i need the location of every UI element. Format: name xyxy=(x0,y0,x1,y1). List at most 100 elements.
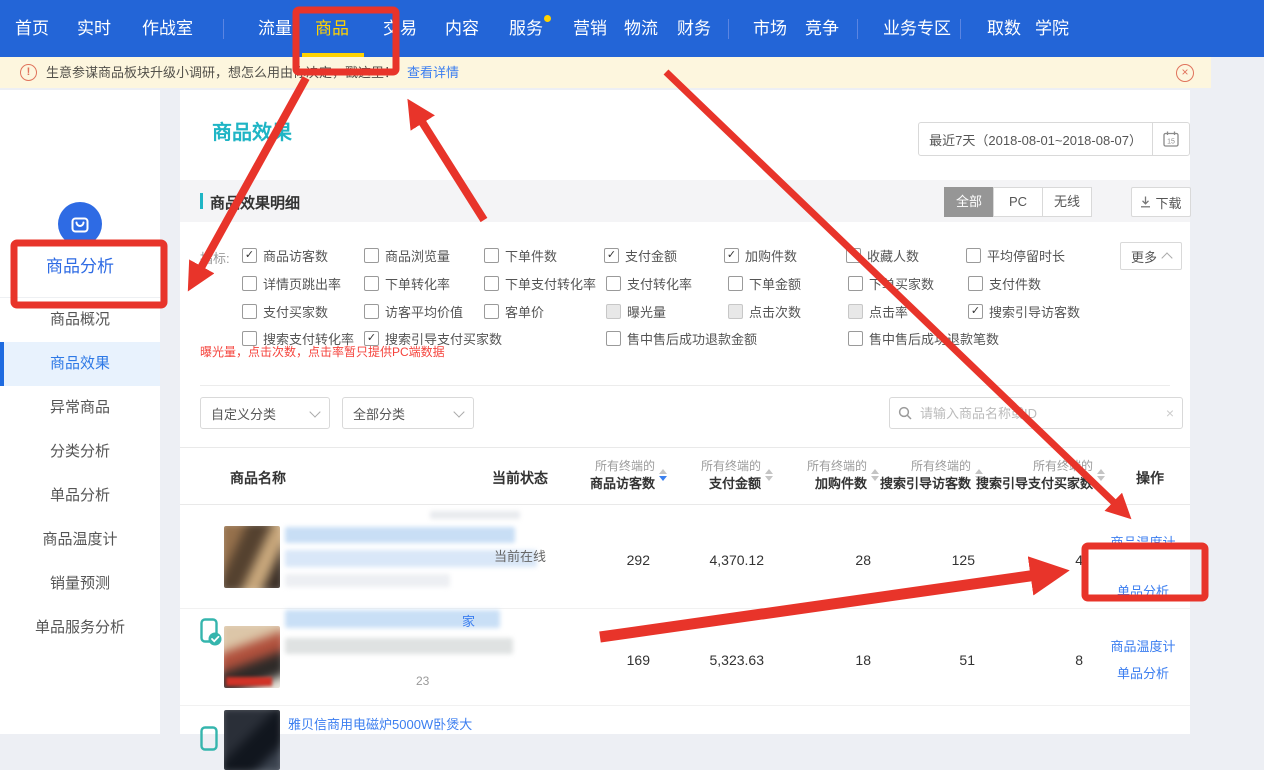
nav-tab[interactable]: 实时 xyxy=(77,0,111,57)
checkbox-icon xyxy=(606,304,621,319)
notice-detail-link[interactable]: 查看详情 xyxy=(407,65,459,80)
nav-tab[interactable]: 营销 xyxy=(573,0,607,57)
section-accent xyxy=(200,193,203,209)
metric-checkbox[interactable]: 搜索引导访客数 xyxy=(968,302,1080,320)
product-thumbnail xyxy=(224,626,280,688)
search-icon xyxy=(898,406,912,420)
sidebar-item[interactable]: 单品分析 xyxy=(0,474,160,518)
metric-checkbox[interactable]: 下单件数 xyxy=(484,246,557,264)
sidebar: 商品分析 商品概况 商品效果 异常商品 分类分析 单品分析 商品温度计 销量预测… xyxy=(0,90,160,734)
search-buyers-value: 4 xyxy=(993,552,1083,568)
metric-checkbox[interactable]: 支付转化率 xyxy=(606,274,692,292)
nav-tab[interactable]: 市场 xyxy=(753,0,787,57)
tab-wireless[interactable]: 无线 xyxy=(1042,187,1092,217)
nav-tab[interactable]: 流量 xyxy=(258,0,292,57)
calendar-icon[interactable]: 15 xyxy=(1152,123,1189,155)
product-note: 23 xyxy=(416,674,429,688)
nav-tab[interactable]: 竞争 xyxy=(805,0,839,57)
nav-divider xyxy=(223,19,224,39)
sidebar-item[interactable]: 分类分析 xyxy=(0,430,160,474)
nav-tab[interactable]: 物流 xyxy=(624,0,658,57)
metric-checkbox[interactable]: 商品浏览量 xyxy=(364,246,450,264)
date-range-picker[interactable]: 最近7天（2018-08-01~2018-08-07） 15 xyxy=(918,122,1190,156)
checkbox-icon xyxy=(968,276,983,291)
sidebar-item[interactable]: 商品概况 xyxy=(0,298,160,342)
sort-control[interactable] xyxy=(765,469,773,481)
product-thumbnail xyxy=(224,526,280,588)
nav-tab[interactable]: 内容 xyxy=(445,0,479,57)
cart-value: 18 xyxy=(781,652,871,668)
chevron-down-icon xyxy=(453,406,464,417)
metric-checkbox[interactable]: 售中售后成功退款金额 xyxy=(606,329,757,347)
thermometer-link[interactable]: 商品温度计 xyxy=(1083,532,1203,551)
metric-checkbox[interactable]: 平均停留时长 xyxy=(966,246,1065,264)
mobile-verified-icon xyxy=(200,618,222,648)
shopping-bag-icon xyxy=(69,213,91,235)
search-input[interactable] xyxy=(918,405,1166,422)
sort-control[interactable] xyxy=(659,469,667,481)
sort-control[interactable] xyxy=(871,469,879,481)
thermometer-link[interactable]: 商品温度计 xyxy=(1083,636,1203,655)
chevron-up-icon xyxy=(1161,252,1172,263)
metric-checkbox[interactable]: 支付件数 xyxy=(968,274,1041,292)
row-separator xyxy=(180,705,1190,706)
more-metrics-button[interactable]: 更多 xyxy=(1120,242,1182,270)
metric-checkbox[interactable]: 售中售后成功退款笔数 xyxy=(848,329,999,347)
section-title: 商品效果明细 xyxy=(210,192,300,213)
sort-control[interactable] xyxy=(1097,469,1105,481)
metric-checkbox[interactable]: 收藏人数 xyxy=(846,246,919,264)
metric-checkbox[interactable]: 下单转化率 xyxy=(364,274,450,292)
mobile-verified-icon xyxy=(200,726,222,756)
close-icon[interactable]: × xyxy=(1176,64,1194,82)
metric-checkbox-disabled: 点击率 xyxy=(848,302,908,320)
metric-checkbox[interactable]: 商品访客数 xyxy=(242,246,328,264)
product-title-fragment[interactable]: 家 xyxy=(462,611,475,630)
checkbox-icon xyxy=(966,248,981,263)
nav-tab[interactable]: 业务专区 xyxy=(883,0,951,57)
nav-tab[interactable]: 财务 xyxy=(677,0,711,57)
checkbox-icon xyxy=(848,276,863,291)
metrics-note: 曝光量，点击次数，点击率暂只提供PC端数据 xyxy=(200,343,445,360)
tab-all[interactable]: 全部 xyxy=(944,187,994,217)
nav-tab[interactable]: 取数 xyxy=(987,0,1021,57)
checkbox-icon xyxy=(724,248,739,263)
more-label: 更多 xyxy=(1131,247,1157,266)
col-search-buyers-sortable[interactable]: 所有终端的搜索引导支付买家数 xyxy=(970,457,1105,493)
metric-checkbox[interactable]: 详情页跳出率 xyxy=(242,274,341,292)
custom-category-dropdown[interactable]: 自定义分类 xyxy=(200,397,330,429)
nav-tab[interactable]: 首页 xyxy=(15,0,49,57)
product-title-link[interactable]: 雅贝信商用电磁炉5000W卧煲大 xyxy=(288,714,472,733)
metric-checkbox[interactable]: 下单金额 xyxy=(728,274,801,292)
clear-search-icon[interactable]: × xyxy=(1166,405,1174,421)
nav-tab-active[interactable]: 商品 xyxy=(315,0,349,57)
metric-checkbox[interactable]: 访客平均价值 xyxy=(364,302,463,320)
sidebar-item[interactable]: 单品服务分析 xyxy=(0,606,160,650)
nav-tab[interactable]: 学院 xyxy=(1035,0,1069,57)
metric-checkbox[interactable]: 加购件数 xyxy=(724,246,797,264)
metric-checkbox[interactable]: 下单支付转化率 xyxy=(484,274,596,292)
col-visitors-sortable[interactable]: 所有终端的商品访客数 xyxy=(543,457,667,493)
col-cart-sortable[interactable]: 所有终端的加购件数 xyxy=(773,457,879,493)
metric-checkbox[interactable]: 支付金额 xyxy=(604,246,677,264)
metric-checkbox-disabled: 点击次数 xyxy=(728,302,801,320)
sidebar-item[interactable]: 销量预测 xyxy=(0,562,160,606)
sidebar-item[interactable]: 异常商品 xyxy=(0,386,160,430)
col-search-visitors-sortable[interactable]: 所有终端的搜索引导访客数 xyxy=(879,457,983,493)
item-analysis-link[interactable]: 单品分析 xyxy=(1083,581,1203,600)
metric-checkbox[interactable]: 下单买家数 xyxy=(848,274,934,292)
checkbox-icon xyxy=(846,248,861,263)
all-category-dropdown[interactable]: 全部分类 xyxy=(342,397,474,429)
metric-checkbox[interactable]: 支付买家数 xyxy=(242,302,328,320)
page-title: 商品效果 xyxy=(212,116,292,145)
nav-tab[interactable]: 作战室 xyxy=(142,0,193,57)
item-analysis-link[interactable]: 单品分析 xyxy=(1083,663,1203,682)
col-payment-sortable[interactable]: 所有终端的支付金额 xyxy=(667,457,773,493)
checkbox-icon xyxy=(242,304,257,319)
metric-checkbox[interactable]: 客单价 xyxy=(484,302,544,320)
download-button[interactable]: 下载 xyxy=(1131,187,1191,217)
tab-pc[interactable]: PC xyxy=(993,187,1043,217)
nav-tab[interactable]: 交易 xyxy=(383,0,417,57)
sidebar-item[interactable]: 商品温度计 xyxy=(0,518,160,562)
sidebar-item-active[interactable]: 商品效果 xyxy=(0,342,160,386)
nav-tab[interactable]: 服务 xyxy=(509,0,543,57)
